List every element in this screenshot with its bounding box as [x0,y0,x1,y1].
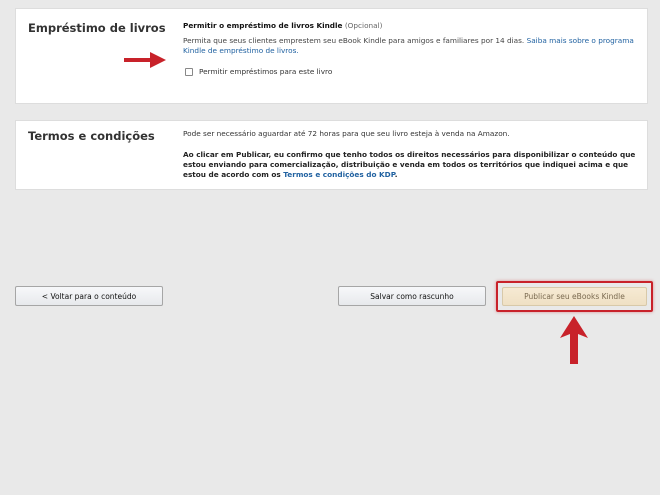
lending-description: Permita que seus clientes emprestem seu … [183,36,638,56]
annotation-arrow-up-icon [560,316,588,364]
publish-highlight-frame: Publicar seu eBooks Kindle [496,281,653,312]
terms-section: Termos e condições Pode ser necessário a… [15,120,648,190]
kdp-terms-link[interactable]: Termos e condições do KDP [283,170,394,179]
publish-ebook-button[interactable]: Publicar seu eBooks Kindle [502,287,647,306]
lending-option-heading: Permitir o empréstimo de livros Kindle (… [183,21,638,31]
lending-description-text: Permita que seus clientes emprestem seu … [183,36,525,45]
terms-agreement: Ao clicar em Publicar, eu confirmo que t… [183,150,638,180]
terms-wait-text: Pode ser necessário aguardar até 72 hora… [183,129,510,138]
terms-section-title: Termos e condições [28,129,155,143]
allow-lending-checkbox[interactable] [185,68,193,76]
terms-content: Pode ser necessário aguardar até 72 hora… [183,129,638,180]
lending-option-title: Permitir o empréstimo de livros Kindle [183,21,343,30]
lending-optional-label: (Opcional) [344,21,383,30]
lending-section: Empréstimo de livros Permitir o emprésti… [15,8,648,104]
back-to-content-button[interactable]: < Voltar para o conteúdo [15,286,163,306]
allow-lending-row[interactable]: Permitir empréstimos para este livro [183,67,638,77]
terms-agreement-text: Ao clicar em Publicar, eu confirmo que t… [183,150,636,179]
lending-section-title: Empréstimo de livros [28,21,166,35]
save-draft-button[interactable]: Salvar como rascunho [338,286,486,306]
annotation-arrow-right-icon [124,52,166,68]
lending-content: Permitir o empréstimo de livros Kindle (… [183,21,638,77]
allow-lending-label[interactable]: Permitir empréstimos para este livro [199,67,332,77]
terms-agreement-end: . [394,170,398,179]
